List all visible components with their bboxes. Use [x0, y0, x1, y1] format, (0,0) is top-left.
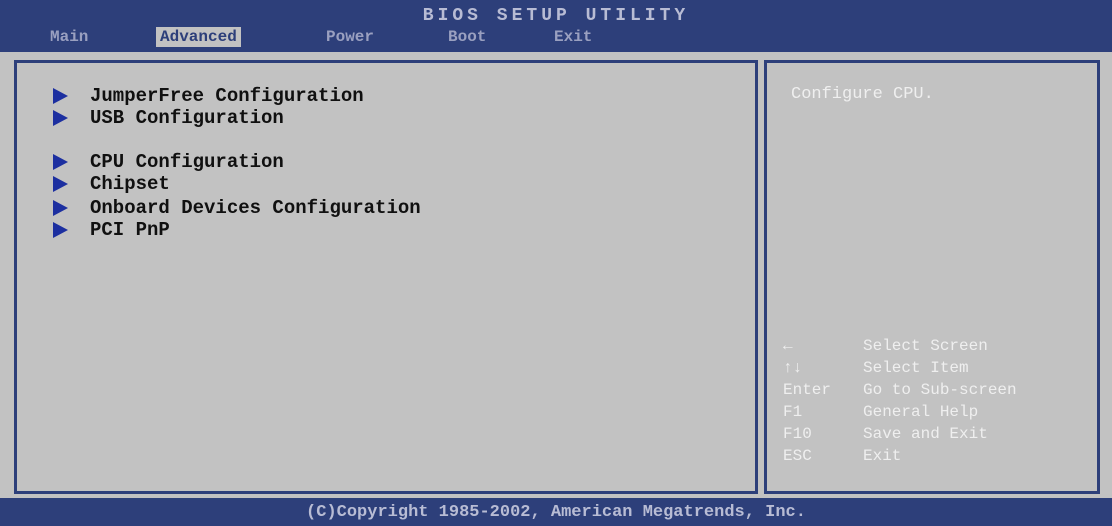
- menu-panel: JumperFree Configuration USB Configurati…: [14, 60, 758, 494]
- app-title: BIOS SETUP UTILITY: [422, 6, 690, 26]
- left-arrow-icon: ←: [783, 337, 793, 355]
- key-desc: Select Screen: [863, 337, 988, 355]
- copyright-text: (C)Copyright 1985-2002, American Megatre…: [306, 503, 806, 522]
- tab-exit[interactable]: Exit: [550, 27, 596, 47]
- key-desc: Go to Sub-screen: [863, 381, 1017, 399]
- menu-item-label: Onboard Devices Configuration: [90, 197, 421, 219]
- menu-item-label: Chipset: [90, 173, 170, 195]
- key-desc: Save and Exit: [863, 425, 988, 443]
- bios-screen: BIOS SETUP UTILITY Main Advanced Power B…: [0, 0, 1112, 526]
- key-name: F10: [783, 425, 812, 443]
- tab-boot[interactable]: Boot: [444, 27, 490, 47]
- submenu-arrow-icon: [53, 199, 68, 216]
- menu-item-cpu[interactable]: CPU Configuration: [53, 151, 284, 173]
- tab-power[interactable]: Power: [322, 27, 378, 47]
- key-row: Enter Go to Sub-screen: [783, 379, 1017, 401]
- submenu-arrow-icon: [53, 175, 68, 192]
- help-panel: Configure CPU. ← Select Screen ↑↓ Select I…: [764, 60, 1100, 494]
- key-row: F1 General Help: [783, 401, 1017, 423]
- key-desc: Exit: [863, 447, 902, 465]
- up-down-arrow-icon: ↑↓: [783, 359, 803, 377]
- submenu-arrow-icon: [53, 87, 68, 104]
- menu-item-usb[interactable]: USB Configuration: [53, 107, 284, 129]
- top-bar: BIOS SETUP UTILITY Main Advanced Power B…: [0, 0, 1112, 52]
- key-desc: Select Item: [863, 359, 969, 377]
- menu-item-label: JumperFree Configuration: [90, 85, 364, 107]
- help-text: Configure CPU.: [791, 85, 934, 104]
- menu-item-chipset[interactable]: Chipset: [53, 173, 170, 195]
- menu-item-label: CPU Configuration: [90, 151, 284, 173]
- key-legend: ← Select Screen ↑↓ Select Item Enter Go to …: [783, 335, 1017, 467]
- tab-advanced[interactable]: Advanced: [156, 27, 241, 47]
- submenu-arrow-icon: [53, 153, 68, 170]
- key-name: ESC: [783, 447, 812, 465]
- menu-item-label: PCI PnP: [90, 219, 170, 241]
- key-name: F1: [783, 403, 803, 421]
- bottom-bar: (C)Copyright 1985-2002, American Megatre…: [0, 498, 1112, 526]
- submenu-arrow-icon: [53, 109, 68, 126]
- tab-main[interactable]: Main: [46, 27, 92, 47]
- key-row: ← Select Screen: [783, 335, 1017, 357]
- submenu-arrow-icon: [53, 221, 68, 238]
- key-desc: General Help: [863, 403, 979, 421]
- menu-item-label: USB Configuration: [90, 107, 284, 129]
- key-name: Enter: [783, 381, 832, 399]
- menu-item-onboard-devices[interactable]: Onboard Devices Configuration: [53, 197, 421, 219]
- menu-item-jumperfree[interactable]: JumperFree Configuration: [53, 85, 364, 107]
- key-row: ESC Exit: [783, 445, 1017, 467]
- key-row: ↑↓ Select Item: [783, 357, 1017, 379]
- menu-item-pci-pnp[interactable]: PCI PnP: [53, 219, 170, 241]
- key-row: F10 Save and Exit: [783, 423, 1017, 445]
